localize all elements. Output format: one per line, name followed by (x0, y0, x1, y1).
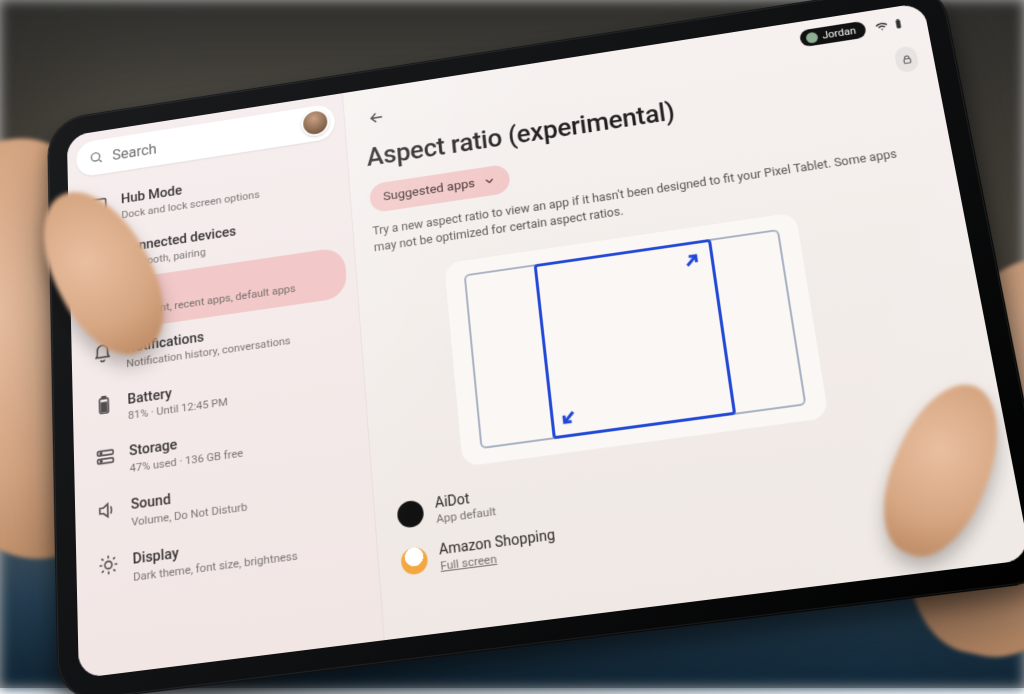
sidebar-item-label: Display (132, 545, 179, 568)
screen: Search Hub ModeDock and lock screen opti… (67, 2, 1024, 678)
battery-icon (93, 393, 114, 417)
sidebar-item-display[interactable]: DisplayDark theme, font size, brightness (86, 508, 368, 600)
expand-arrow-icon (553, 401, 584, 432)
search-icon (89, 149, 104, 165)
back-button[interactable] (363, 103, 391, 131)
app-icon (400, 546, 428, 576)
sidebar-item-label: Sound (131, 491, 171, 513)
app-name: AiDot (434, 488, 495, 512)
app-state: App default (436, 504, 497, 526)
settings-sidebar: Search Hub ModeDock and lock screen opti… (67, 93, 385, 678)
tablet-device: Search Hub ModeDock and lock screen opti… (47, 0, 1024, 694)
display-icon (97, 553, 119, 578)
chip-label: Suggested apps (383, 176, 476, 204)
chevron-down-icon (482, 174, 497, 189)
aspect-ratio-diagram (443, 211, 830, 468)
expand-arrow-icon (676, 246, 708, 276)
sound-icon (96, 499, 118, 523)
app-icon (396, 499, 424, 529)
profile-dot-icon (805, 31, 818, 43)
app-name: Amazon Shopping (438, 527, 556, 558)
status-bar: Jordan (799, 15, 907, 48)
profile-chip[interactable]: Jordan (799, 21, 867, 48)
sidebar-item-sublabel: Volume, Do Not Disturb (131, 501, 247, 530)
app-state: Full screen (440, 544, 558, 573)
battery-status-icon (891, 17, 906, 30)
arrow-left-icon (367, 107, 387, 127)
sidebar-item-sublabel: Dark theme, font size, brightness (133, 549, 298, 584)
profile-name: Jordan (821, 25, 856, 42)
search-placeholder: Search (112, 140, 157, 163)
storage-icon (95, 445, 117, 469)
diagram-app-frame (534, 239, 737, 440)
wifi-icon (874, 20, 889, 33)
